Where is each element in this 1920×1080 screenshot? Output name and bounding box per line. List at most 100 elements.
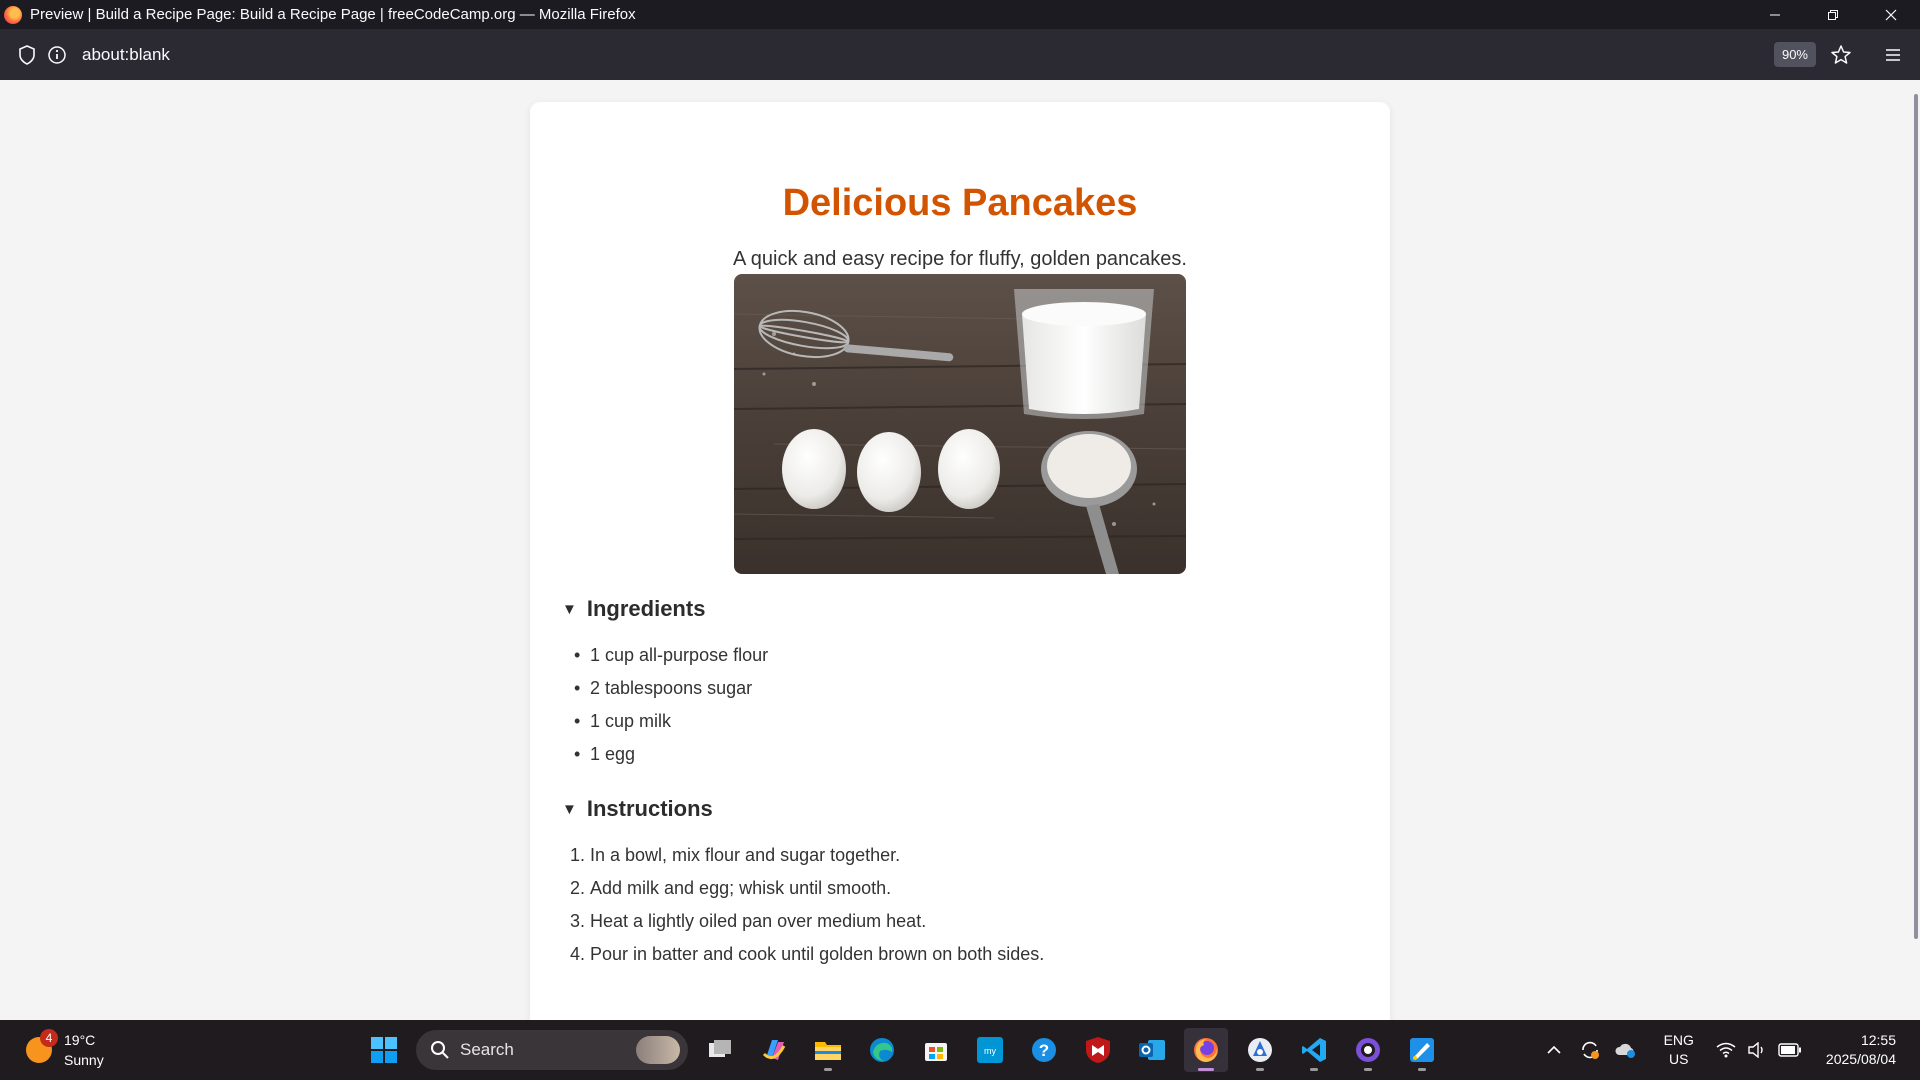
windows-logo-icon xyxy=(371,1037,397,1063)
shield-icon xyxy=(19,44,35,65)
edge-browser-button[interactable] xyxy=(860,1028,904,1072)
weather-description: Sunny xyxy=(64,1052,104,1068)
edge-icon xyxy=(870,1038,894,1062)
cloud-icon xyxy=(1615,1043,1635,1058)
sync-status-button[interactable] xyxy=(1572,1030,1608,1070)
firefox-icon xyxy=(1194,1038,1218,1062)
microsoft-store-button[interactable] xyxy=(914,1028,958,1072)
recipe-tagline: A quick and easy recipe for fluffy, gold… xyxy=(733,248,1187,270)
input-language-indicator[interactable]: ENG US xyxy=(1664,1031,1694,1069)
recipe-card: Delicious Pancakes A quick and easy reci… xyxy=(530,102,1390,1020)
vscode-button[interactable] xyxy=(1292,1028,1336,1072)
navigation-toolbar: about:blank 90% xyxy=(0,29,1920,80)
firefox-taskbar-button[interactable] xyxy=(1184,1028,1228,1072)
weather-temperature: 19°C xyxy=(64,1032,96,1048)
sync-icon xyxy=(1581,1041,1599,1059)
mcafee-button[interactable] xyxy=(1076,1028,1120,1072)
svg-text:my: my xyxy=(984,1046,996,1056)
restore-icon xyxy=(1828,9,1838,20)
task-view-icon xyxy=(709,1040,731,1057)
paint-icon xyxy=(1410,1038,1434,1062)
battery-icon xyxy=(1778,1043,1801,1057)
app-icon xyxy=(1248,1038,1272,1062)
list-item: 2 tablespoons sugar xyxy=(590,672,768,705)
disclosure-triangle-icon: ▼ xyxy=(562,600,577,618)
window-controls xyxy=(1746,0,1920,29)
pinned-app-button[interactable] xyxy=(1238,1028,1282,1072)
clock-date: 2025/08/04 xyxy=(1825,1051,1896,1067)
sun-icon: 4 xyxy=(26,1029,58,1063)
instructions-list: 1. In a bowl, mix flour and sugar togethe… xyxy=(570,839,1045,971)
list-item: 2. Add milk and egg; whisk until smooth. xyxy=(570,878,892,898)
site-info-button[interactable] xyxy=(42,40,72,70)
outlook-button[interactable] xyxy=(1130,1028,1174,1072)
help-icon: ? xyxy=(1032,1038,1056,1062)
ingredients-heading: Ingredients xyxy=(586,596,706,621)
instructions-toggle[interactable]: ▼ Instructions xyxy=(562,796,713,822)
close-button[interactable] xyxy=(1862,0,1920,29)
copilot-icon xyxy=(762,1040,786,1060)
clock-time: 12:55 xyxy=(1860,1032,1896,1048)
task-view-button[interactable] xyxy=(698,1028,742,1072)
minimize-icon xyxy=(1770,14,1780,15)
taskbar-search[interactable]: Search xyxy=(416,1030,688,1070)
region-code: US xyxy=(1669,1051,1689,1067)
ingredients-toggle[interactable]: ▼ Ingredients xyxy=(562,596,705,622)
minimize-button[interactable] xyxy=(1746,0,1804,29)
clock[interactable]: 12:55 2025/08/04 xyxy=(1826,1031,1896,1069)
url-field[interactable]: about:blank xyxy=(82,45,170,65)
search-icon xyxy=(431,1041,449,1059)
list-item: 3. Heat a lightly oiled pan over medium h… xyxy=(570,911,927,931)
close-icon xyxy=(1885,9,1897,20)
recipe-title: Delicious Pancakes xyxy=(782,182,1138,224)
start-button[interactable] xyxy=(362,1028,406,1072)
svg-text:?: ? xyxy=(1039,1041,1049,1060)
search-label: Search xyxy=(460,1040,514,1059)
bookmark-button[interactable] xyxy=(1826,40,1856,70)
zoom-level-button[interactable]: 90% xyxy=(1773,42,1816,67)
file-explorer-button[interactable] xyxy=(806,1028,850,1072)
ingredients-list: 1 cup all-purpose flour 2 tablespoons su… xyxy=(590,639,768,771)
vscode-icon xyxy=(1302,1038,1326,1062)
weather-text: 19°C Sunny xyxy=(64,1030,104,1070)
list-item: 1. In a bowl, mix flour and sugar togethe… xyxy=(570,845,901,865)
tracking-protection-button[interactable] xyxy=(12,40,42,70)
windows-taskbar: 4 19°C Sunny Search my ? ENG US 12:55 20… xyxy=(0,1020,1920,1080)
network-button[interactable] xyxy=(1708,1030,1744,1070)
window-titlebar: Preview | Build a Recipe Page: Build a R… xyxy=(0,0,1920,29)
firefox-logo-icon xyxy=(4,5,22,24)
wifi-icon xyxy=(1716,1042,1736,1058)
info-icon xyxy=(48,45,66,64)
pancake-ingredients-photo xyxy=(734,274,1186,574)
mcafee-shield-icon xyxy=(1086,1037,1110,1063)
instructions-heading: Instructions xyxy=(586,796,713,821)
list-item: 4. Pour in batter and cook until golden b… xyxy=(570,944,1045,964)
folder-icon xyxy=(815,1042,841,1060)
paint-button[interactable] xyxy=(1400,1028,1444,1072)
onedrive-button[interactable] xyxy=(1608,1030,1644,1070)
outlook-icon xyxy=(1139,1040,1165,1060)
myhp-button[interactable]: my xyxy=(968,1028,1012,1072)
taskbar-apps: Search my ? xyxy=(362,1028,1444,1072)
star-icon xyxy=(1831,44,1851,64)
myhp-icon: my xyxy=(977,1037,1003,1063)
app-menu-button[interactable] xyxy=(1878,40,1908,70)
disclosure-triangle-icon: ▼ xyxy=(562,800,577,818)
github-desktop-button[interactable] xyxy=(1346,1028,1390,1072)
copilot-button[interactable] xyxy=(752,1028,796,1072)
chevron-up-icon xyxy=(1547,1045,1561,1054)
system-tray: ENG US 12:55 2025/08/04 xyxy=(1536,1020,1920,1080)
notification-badge: 4 xyxy=(40,1029,58,1047)
navbar-right-controls: 90% xyxy=(1773,29,1908,80)
show-hidden-icons-button[interactable] xyxy=(1536,1030,1572,1070)
page-scrollbar[interactable] xyxy=(1914,94,1918,939)
list-item: 1 egg xyxy=(590,738,768,771)
microsoft-store-icon xyxy=(925,1043,947,1061)
help-button[interactable]: ? xyxy=(1022,1028,1066,1072)
weather-widget[interactable]: 4 19°C Sunny xyxy=(26,1029,104,1070)
restore-button[interactable] xyxy=(1804,0,1862,29)
list-item: 1 cup milk xyxy=(590,705,768,738)
volume-button[interactable] xyxy=(1744,1030,1772,1070)
battery-button[interactable] xyxy=(1772,1030,1808,1070)
list-item: 1 cup all-purpose flour xyxy=(590,639,768,672)
